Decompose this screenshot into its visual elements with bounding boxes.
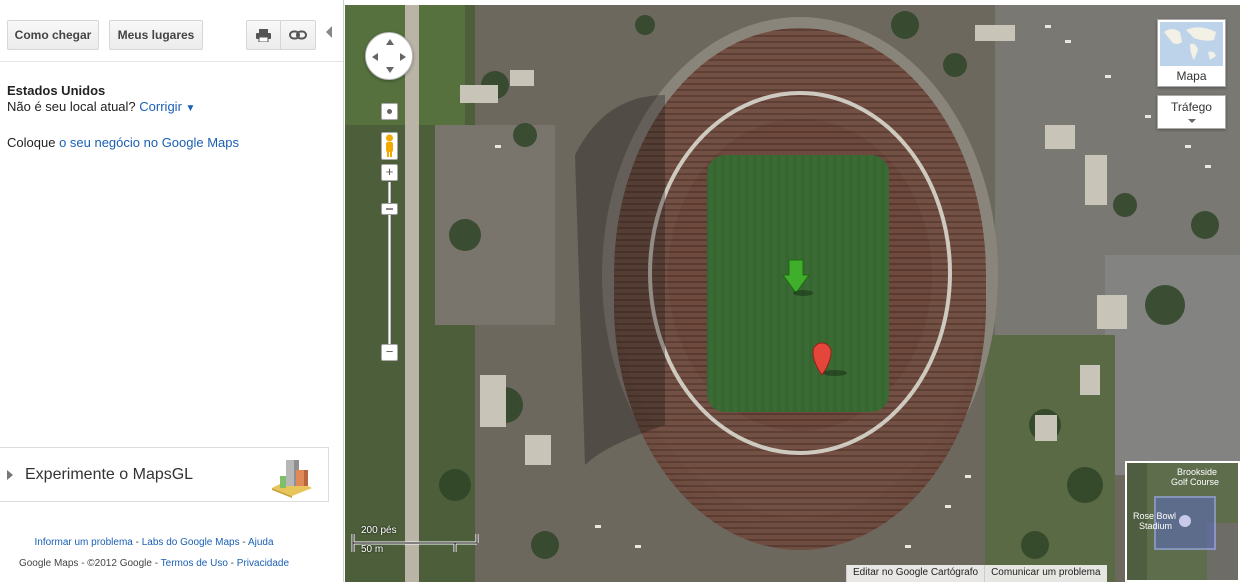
traffic-layer-label: Tráfego <box>1171 100 1212 114</box>
satellite-imagery <box>345 5 1240 582</box>
location-question: Não é seu local atual? Corrigir ▼ <box>7 99 195 114</box>
google-maps-app: Como chegar Meus lugares Estados Unidos … <box>0 0 1240 582</box>
report-problem-map-link[interactable]: Comunicar um problema <box>984 565 1107 582</box>
report-problem-link[interactable]: Informar um problema <box>34 537 132 548</box>
world-map-thumbnail <box>1160 22 1223 66</box>
pan-left-icon[interactable] <box>372 53 378 61</box>
footer-links: Informar um problema - Labs do Google Ma… <box>0 537 308 548</box>
overview-minimap[interactable]: Brookside Golf Course Rose Bowl Stadium <box>1125 461 1240 582</box>
footer-separator: - <box>132 537 142 548</box>
panel-toolbar: Como chegar Meus lugares <box>0 0 343 62</box>
map-canvas[interactable]: + − Mapa Tráfego 200 pés 50 m Brookside … <box>345 5 1240 582</box>
my-places-button[interactable]: Meus lugares <box>109 20 203 50</box>
side-panel: Como chegar Meus lugares Estados Unidos … <box>0 0 344 582</box>
maps-labs-link[interactable]: Labs do Google Maps <box>142 537 240 548</box>
footer-separator: - <box>239 537 248 548</box>
world-map-icon <box>1164 27 1216 60</box>
expand-triangle-icon <box>7 470 13 480</box>
collapse-panel-icon[interactable] <box>326 26 332 38</box>
footer-legal: Google Maps - ©2012 Google - Termos de U… <box>0 558 308 569</box>
copyright-text: Google Maps - ©2012 Google - <box>18 558 161 569</box>
business-link[interactable]: o seu negócio no Google Maps <box>59 135 239 150</box>
location-title: Estados Unidos <box>7 83 106 98</box>
print-button[interactable] <box>246 20 281 50</box>
mapsgl-label: Experimente o MapsGL <box>25 466 194 483</box>
printer-icon <box>256 28 271 42</box>
business-promo: Coloque o seu negócio no Google Maps <box>7 135 239 150</box>
location-question-text: Não é seu local atual? <box>7 99 136 114</box>
pan-up-icon[interactable] <box>386 39 394 45</box>
edit-map-maker-link[interactable]: Editar no Google Cartógrafo <box>846 565 985 582</box>
help-link[interactable]: Ajuda <box>248 537 274 548</box>
traffic-layer-button[interactable]: Tráfego <box>1157 95 1226 129</box>
pan-down-icon[interactable] <box>386 67 394 73</box>
minimap-label: Stadium <box>1139 521 1172 531</box>
mapsgl-promo-button[interactable]: Experimente o MapsGL <box>0 447 329 502</box>
map-bottom-links: Editar no Google Cartógrafo Comunicar um… <box>846 565 1107 582</box>
map-layer-label: Mapa <box>1176 69 1207 83</box>
fix-location-label: Corrigir <box>139 99 182 114</box>
pan-right-icon[interactable] <box>400 53 406 61</box>
terms-link[interactable]: Termos de Uso <box>161 558 228 569</box>
pegman-icon <box>386 134 393 157</box>
scale-meters-label: 50 m <box>361 544 384 555</box>
caret-down-icon: ▼ <box>185 103 196 114</box>
3d-buildings-icon <box>272 460 312 498</box>
fix-location-link[interactable]: Corrigir ▼ <box>139 99 195 114</box>
map-layer-button[interactable]: Mapa <box>1157 19 1226 87</box>
zoom-in-button[interactable]: + <box>381 164 398 181</box>
chevron-down-icon <box>1188 119 1196 123</box>
footer-separator: - <box>227 558 237 569</box>
link-button[interactable] <box>280 20 316 50</box>
pegman-street-view[interactable] <box>381 132 398 160</box>
privacy-link[interactable]: Privacidade <box>237 558 289 569</box>
scale-bar: 200 pés 50 m <box>351 524 479 556</box>
scale-feet-label: 200 pés <box>361 525 397 536</box>
business-promo-prefix: Coloque <box>7 135 56 150</box>
minimap-label: Brookside <box>1177 467 1217 477</box>
reset-view-button[interactable] <box>381 103 398 120</box>
link-icon <box>289 30 307 40</box>
zoom-out-button[interactable]: − <box>381 344 398 361</box>
minimap-label: Golf Course <box>1171 477 1219 487</box>
minimap-imagery: Brookside Golf Course Rose Bowl Stadium <box>1127 463 1238 580</box>
directions-button[interactable]: Como chegar <box>7 20 99 50</box>
zoom-slider-thumb[interactable] <box>381 203 398 215</box>
pan-control[interactable] <box>365 32 413 80</box>
minimap-label: Rose Bowl <box>1133 511 1176 521</box>
